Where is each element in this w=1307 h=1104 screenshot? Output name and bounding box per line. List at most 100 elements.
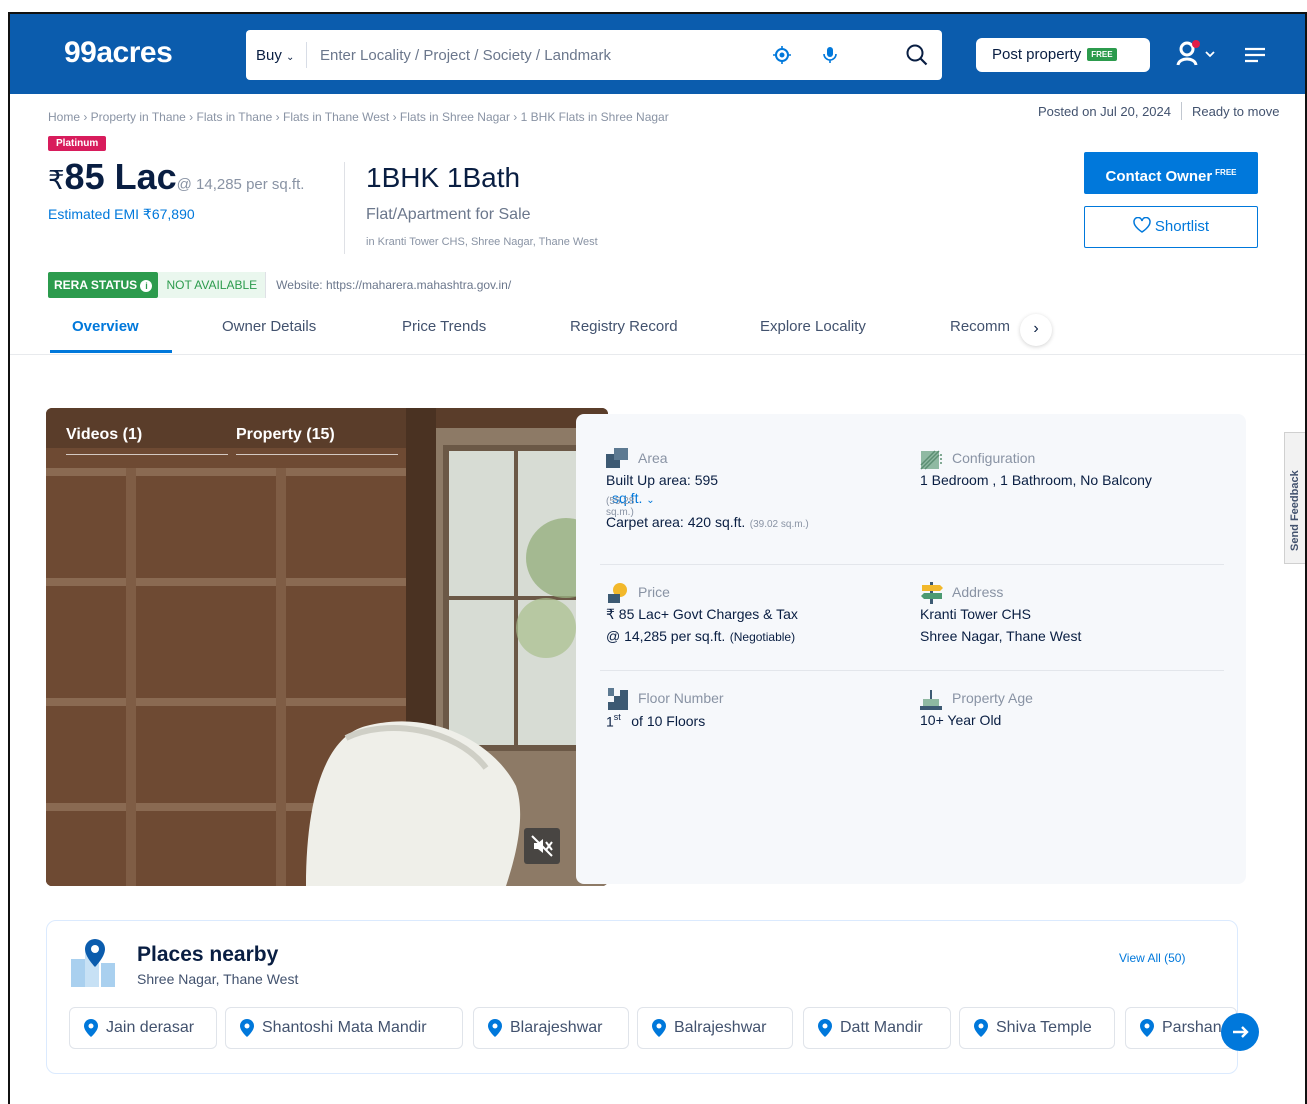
- breadcrumb[interactable]: Home › Property in Thane › Flats in Than…: [48, 110, 669, 124]
- location-pin-icon: [818, 1019, 832, 1037]
- place-chip[interactable]: Datt Mandir: [803, 1007, 951, 1049]
- search-bar: Buy ⌄: [246, 30, 942, 80]
- platinum-badge: Platinum: [48, 136, 107, 151]
- price-per-sqft: @ 14,285 per sq.ft.: [176, 176, 305, 193]
- buy-dropdown[interactable]: Buy ⌄: [256, 47, 294, 64]
- floor-icon: [608, 688, 628, 710]
- location-pin-icon: [240, 1019, 254, 1037]
- tab-explore-locality[interactable]: Explore Locality: [760, 318, 866, 335]
- mic-icon[interactable]: [820, 45, 840, 65]
- divider: [344, 162, 345, 254]
- divider: [10, 354, 1307, 355]
- search-input[interactable]: [320, 40, 760, 70]
- divider: [236, 454, 398, 455]
- post-property-label: Post property: [992, 46, 1082, 63]
- chevron-right-icon[interactable]: ›: [1020, 314, 1052, 346]
- price-value: 85 Lac: [64, 156, 177, 197]
- carpet-area: Carpet area: 420 sq.ft. (39.02 sq.m.): [606, 514, 809, 532]
- property-photo[interactable]: [46, 408, 608, 886]
- feedback-label: Send Feedback: [1289, 470, 1301, 551]
- contact-owner-button[interactable]: Contact Owner FREE: [1084, 152, 1258, 194]
- property-details-panel: Area Built Up area: 595 sq.ft. ⌄ (55.28 …: [576, 414, 1246, 884]
- tab-price-trends[interactable]: Price Trends: [402, 318, 486, 335]
- total-floors: of 10 Floors: [631, 713, 706, 730]
- search-icon[interactable]: [904, 42, 930, 68]
- places-nearby-section: Places nearby Shree Nagar, Thane West Vi…: [46, 920, 1259, 1074]
- address-label: Address: [952, 584, 1004, 600]
- shortlist-label: Shortlist: [1154, 218, 1210, 235]
- tab-property-photos[interactable]: Property (15): [236, 426, 335, 444]
- posted-info: Posted on Jul 20, 2024 Ready to move: [1038, 102, 1279, 120]
- price-row: ₹85 Lac@ 14,285 per sq.ft.: [48, 156, 304, 198]
- shortlist-button[interactable]: Shortlist: [1084, 206, 1258, 248]
- divider: [306, 42, 307, 68]
- mute-button[interactable]: [524, 828, 560, 864]
- tab-owner-details[interactable]: Owner Details: [222, 318, 316, 335]
- place-chip[interactable]: Blarajeshwar: [473, 1007, 629, 1049]
- divider: [66, 454, 228, 455]
- post-property-button[interactable]: Post property FREE: [976, 38, 1150, 72]
- place-name: Shiva Temple: [996, 1019, 1092, 1036]
- locate-me-icon[interactable]: [772, 45, 792, 65]
- signpost-icon: [921, 582, 943, 604]
- area-icon: [606, 448, 628, 468]
- places-nearby-title: Places nearby: [137, 943, 279, 966]
- built-up-value: Built Up area: 595: [606, 472, 719, 488]
- media-gallery[interactable]: Videos (1) Property (15): [46, 408, 608, 886]
- tab-recommendations[interactable]: Recomm: [950, 318, 1010, 335]
- chevron-down-icon: ⌄: [646, 495, 655, 506]
- arrow-right-icon: [1233, 1026, 1249, 1038]
- place-name: Blarajeshwar: [510, 1019, 603, 1036]
- view-all-link[interactable]: View All (50): [1119, 951, 1185, 965]
- rera-label-text: RERA STATUS: [54, 278, 138, 292]
- property-age-icon: [920, 690, 942, 710]
- price-label: Price: [638, 584, 670, 600]
- divider: [600, 670, 1224, 671]
- buy-label: Buy: [256, 47, 282, 64]
- address-line-2: Shree Nagar, Thane West: [920, 628, 1082, 644]
- configuration-value: 1 Bedroom , 1 Bathroom, No Balcony: [920, 472, 1152, 488]
- configuration-icon: [920, 450, 942, 470]
- user-account-icon[interactable]: [1176, 39, 1220, 69]
- hamburger-menu-icon[interactable]: [1244, 46, 1266, 64]
- property-title: 1BHK 1Bath: [366, 162, 521, 193]
- place-name: Balrajeshwar: [674, 1019, 767, 1036]
- divider: [600, 564, 1224, 565]
- send-feedback-tab[interactable]: Send Feedback: [1284, 432, 1307, 564]
- tab-overview[interactable]: Overview: [72, 318, 139, 335]
- place-chip[interactable]: Shiva Temple: [959, 1007, 1115, 1049]
- location-pin-icon: [1140, 1019, 1154, 1037]
- emi-link[interactable]: Estimated EMI ₹67,890: [48, 206, 195, 223]
- floor-suffix: st: [613, 712, 621, 722]
- place-name: Jain derasar: [106, 1019, 195, 1036]
- rera-label[interactable]: RERA STATUS i: [48, 272, 159, 298]
- place-chip[interactable]: Jain derasar: [69, 1007, 217, 1049]
- property-location: in Kranti Tower CHS, Shree Nagar, Thane …: [366, 236, 598, 248]
- site-logo[interactable]: 99acres: [64, 36, 173, 70]
- page-frame: 99acres Buy ⌄ Post property FREE Home › P…: [8, 12, 1307, 1104]
- info-icon: i: [140, 280, 153, 292]
- section-tabs: Overview Owner Details Price Trends Regi…: [48, 314, 1052, 354]
- tab-registry-record[interactable]: Registry Record: [570, 318, 678, 335]
- contact-owner-label: Contact Owner: [1105, 168, 1213, 185]
- place-chip[interactable]: Shantoshi Mata Mandir: [225, 1007, 463, 1049]
- tab-videos[interactable]: Videos (1): [66, 426, 142, 444]
- location-pin-icon: [974, 1019, 988, 1037]
- location-pin-icon: [652, 1019, 666, 1037]
- floor-label: Floor Number: [638, 690, 724, 706]
- age-label: Property Age: [952, 690, 1033, 706]
- active-tab-indicator: [50, 350, 172, 353]
- age-value: 10+ Year Old: [920, 712, 1002, 728]
- negotiable-tag: (Negotiable): [729, 630, 796, 644]
- rera-status-row: RERA STATUS i NOT AVAILABLE Website: https…: [48, 272, 521, 298]
- carpet-value: Carpet area: 420 sq.ft.: [606, 514, 746, 530]
- property-type: Flat/Apartment for Sale: [366, 206, 531, 223]
- carpet-sqm: (39.02 sq.m.): [749, 519, 809, 530]
- next-places-button[interactable]: [1221, 1013, 1259, 1051]
- rera-website[interactable]: Website: https://maharera.mahashtra.gov.…: [265, 272, 521, 298]
- place-chip[interactable]: Balrajeshwar: [637, 1007, 793, 1049]
- places-map-icon: [71, 939, 115, 987]
- price-icon: [608, 583, 627, 603]
- price-per-sqft: @ 14,285 per sq.ft.: [606, 628, 726, 644]
- mute-icon: [531, 835, 553, 857]
